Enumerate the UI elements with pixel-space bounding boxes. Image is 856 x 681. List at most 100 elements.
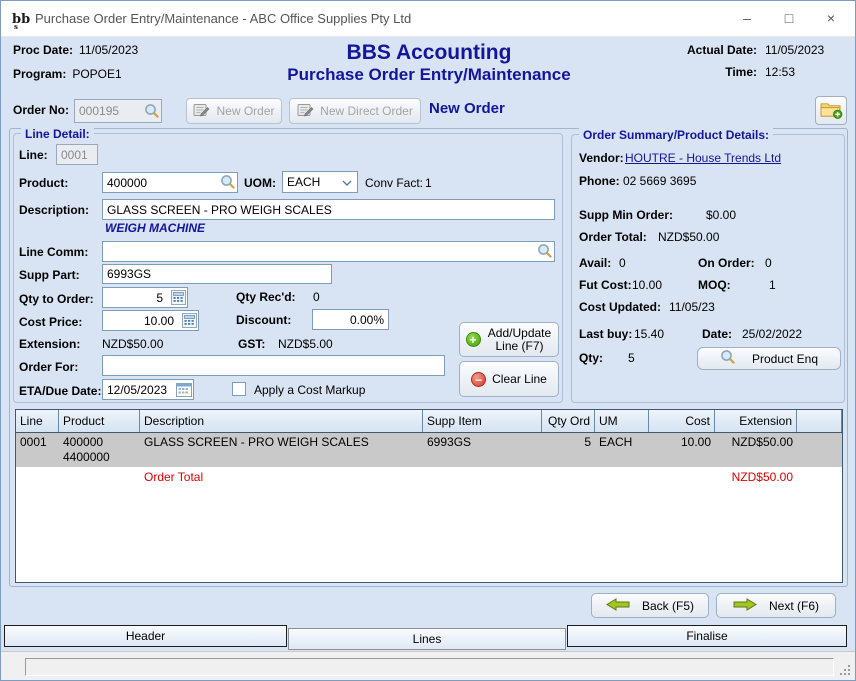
line-comm-search-icon[interactable] <box>537 243 553 262</box>
time-value: 12:53 <box>765 65 843 79</box>
description-label: Description: <box>19 203 89 217</box>
supp-part-label: Supp Part: <box>19 268 80 282</box>
last-buy-label: Last buy: <box>579 327 632 341</box>
col-supp-item: Supp Item <box>423 410 542 432</box>
add-update-line-button[interactable]: + Add/Update Line (F7) <box>459 322 559 357</box>
app-icon: bb s <box>10 8 32 33</box>
discount-input[interactable] <box>312 309 389 330</box>
qty-calculator-icon[interactable] <box>171 290 186 308</box>
order-no-label: Order No: <box>13 103 69 117</box>
description-input[interactable] <box>102 199 555 220</box>
extension-value: NZD$50.00 <box>102 337 163 351</box>
on-order-label: On Order: <box>698 256 755 270</box>
resize-grip[interactable] <box>840 665 851 676</box>
uom-label: UOM: <box>244 176 276 190</box>
uom-select[interactable]: EACH <box>282 171 358 193</box>
conv-fact-label: Conv Fact: <box>365 176 423 190</box>
col-qty-ord: Qty Ord <box>542 410 595 432</box>
chevron-down-icon <box>342 180 352 186</box>
actual-date-value: 11/05/2023 <box>765 43 843 57</box>
table-header-row: Line Product Description Supp Item Qty O… <box>16 410 842 433</box>
title-bar: bb s Purchase Order Entry/Maintenance - … <box>1 1 855 37</box>
product-label: Product: <box>19 176 68 190</box>
add-icon: + <box>466 332 481 347</box>
back-button[interactable]: Back (F5) <box>591 593 709 618</box>
cost-price-wrap <box>102 310 199 331</box>
line-comm-wrap <box>102 241 555 262</box>
line-comm-label: Line Comm: <box>19 245 88 259</box>
supp-min-order-value: $0.00 <box>656 208 736 222</box>
tab-lines[interactable]: Lines <box>288 628 566 650</box>
col-line: Line <box>16 410 59 432</box>
last-buy-date-value: 25/02/2022 <box>742 327 802 341</box>
order-no-field-wrap <box>74 99 162 123</box>
product-note: WEIGH MACHINE <box>105 221 205 235</box>
last-buy-date-label: Date: <box>702 327 732 341</box>
new-order-button[interactable]: New Order <box>186 98 282 124</box>
cell-um: EACH <box>595 433 649 467</box>
cost-calculator-icon[interactable] <box>182 313 197 331</box>
remove-icon: − <box>471 372 486 387</box>
clear-line-button[interactable]: − Clear Line <box>459 361 559 397</box>
cell-supp-item: 6993GS <box>423 433 542 467</box>
product-field-wrap <box>102 172 238 193</box>
col-filler <box>797 410 842 432</box>
actual-date-label: Actual Date: <box>687 43 757 57</box>
order-total-row: Order Total NZD$50.00 <box>16 467 842 487</box>
col-description: Description <box>140 410 423 432</box>
cost-updated-value: 11/05/23 <box>669 300 715 314</box>
cell-description: GLASS SCREEN - PRO WEIGH SCALES <box>140 433 423 467</box>
next-button[interactable]: Next (F6) <box>716 593 836 618</box>
qty-recd-label: Qty Rec'd: <box>236 290 296 304</box>
next-label: Next (F6) <box>769 599 819 613</box>
window-title: Purchase Order Entry/Maintenance - ABC O… <box>35 11 411 26</box>
tab-header[interactable]: Header <box>4 625 287 647</box>
line-comm-input[interactable] <box>102 241 555 262</box>
on-order-value: 0 <box>765 256 772 270</box>
uom-value: EACH <box>287 175 320 189</box>
gst-value: NZD$5.00 <box>278 337 333 351</box>
qty-to-order-label: Qty to Order: <box>19 292 94 306</box>
vendor-label: Vendor: <box>579 151 624 165</box>
new-direct-order-icon <box>297 103 314 120</box>
order-for-input[interactable] <box>102 355 445 376</box>
new-order-icon <box>193 103 210 120</box>
order-no-search-icon[interactable] <box>144 103 160 122</box>
cell-product: 400000 4400000 <box>59 433 140 467</box>
qty-label: Qty: <box>579 351 603 365</box>
table-row[interactable]: 0001 400000 4400000 GLASS SCREEN - PRO W… <box>16 433 842 467</box>
eta-calendar-icon[interactable] <box>176 382 192 400</box>
product-enq-button[interactable]: Product Enq <box>697 347 841 370</box>
clear-line-label: Clear Line <box>492 372 547 386</box>
product-search-icon[interactable] <box>220 174 236 193</box>
product-enq-search-icon <box>720 349 736 368</box>
new-direct-order-label: New Direct Order <box>320 104 413 118</box>
cell-qty-ord: 5 <box>542 433 595 467</box>
cost-markup-checkbox[interactable] <box>232 382 246 396</box>
back-label: Back (F5) <box>642 599 694 613</box>
vendor-link[interactable]: HOUTRE - House Trends Ltd <box>625 151 781 165</box>
close-button[interactable]: × <box>815 4 847 32</box>
minimize-button[interactable]: – <box>731 4 763 32</box>
new-direct-order-button[interactable]: New Direct Order <box>289 98 421 124</box>
fut-cost-label: Fut Cost: <box>579 278 632 292</box>
supp-part-input[interactable] <box>102 264 332 284</box>
product-enq-label: Product Enq <box>752 352 818 366</box>
application-window: bb s Purchase Order Entry/Maintenance - … <box>0 0 856 681</box>
product-input[interactable] <box>102 172 238 193</box>
qty-recd-value: 0 <box>313 290 320 304</box>
svg-text:s: s <box>14 22 18 30</box>
col-extension: Extension <box>715 410 797 432</box>
order-summary-legend: Order Summary/Product Details: <box>579 128 773 142</box>
eta-wrap <box>102 379 194 400</box>
summary-order-total-label: Order Total: <box>579 230 647 244</box>
order-total-label: Order Total <box>140 467 423 487</box>
status-panel <box>25 658 834 676</box>
cell-cost: 10.00 <box>649 433 715 467</box>
qty-value: 5 <box>628 351 635 365</box>
order-total-value: NZD$50.00 <box>715 467 797 487</box>
open-order-button[interactable] <box>815 96 847 125</box>
line-number-input[interactable] <box>56 144 98 165</box>
maximize-button[interactable]: □ <box>773 4 805 32</box>
tab-finalise[interactable]: Finalise <box>567 625 847 647</box>
